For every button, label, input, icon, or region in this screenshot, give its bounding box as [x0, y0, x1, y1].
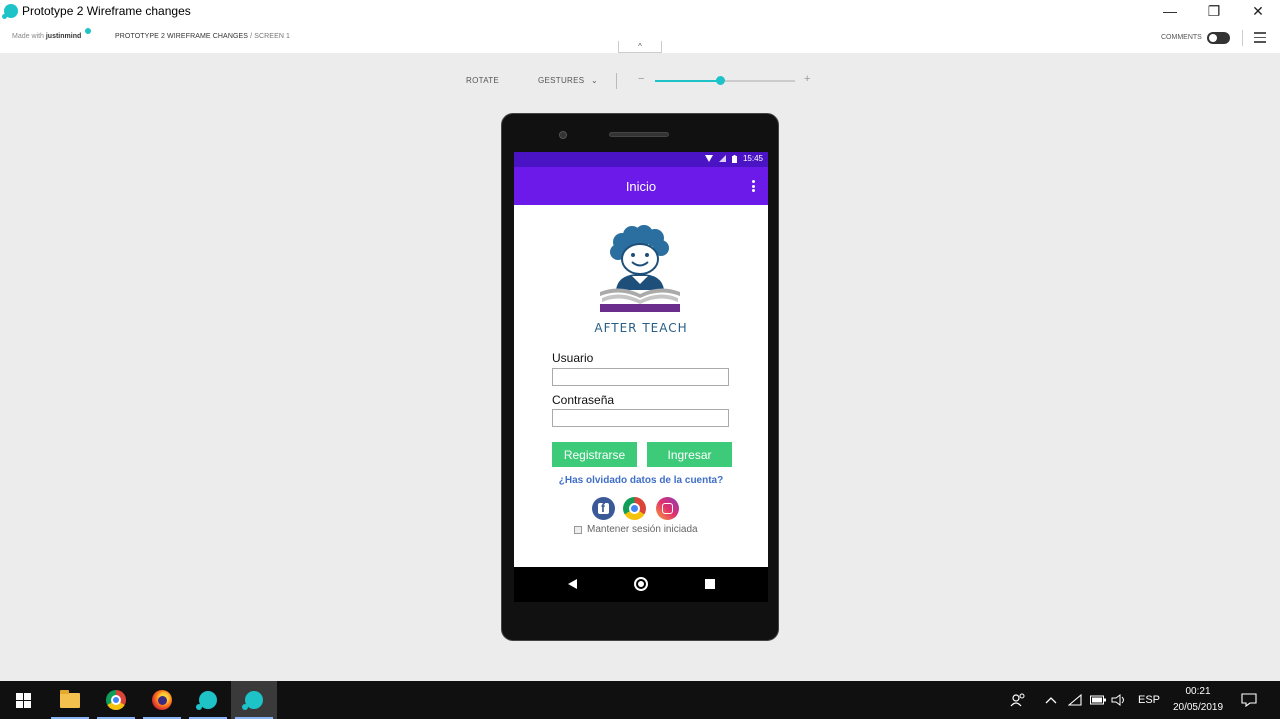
show-hidden-icons-icon[interactable] — [1045, 681, 1057, 719]
app-bar-title: Inicio — [625, 179, 657, 194]
taskbar-clock[interactable]: 00:21 20/05/2019 — [1170, 684, 1226, 716]
gestures-label: GESTURES — [538, 76, 585, 85]
taskbar-file-explorer[interactable] — [47, 681, 93, 719]
volume-icon[interactable] — [1111, 681, 1127, 719]
comments-toggle[interactable] — [1207, 32, 1230, 44]
firefox-icon — [152, 690, 172, 710]
logo-text: AFTER TEACH — [594, 321, 688, 335]
made-with-label[interactable]: Made with justinmind — [12, 33, 81, 40]
battery-icon[interactable] — [1090, 681, 1106, 719]
chrome-icon[interactable] — [623, 497, 646, 520]
more-vert-icon[interactable] — [752, 180, 755, 192]
clock-time: 00:21 — [1185, 686, 1211, 697]
justinmind-icon — [196, 691, 217, 710]
keep-session-label: Mantener sesión iniciada — [587, 524, 698, 535]
close-button[interactable]: ✕ — [1236, 0, 1280, 22]
forgot-account-link[interactable]: ¿Has olvidado datos de la cuenta? — [514, 475, 768, 486]
minimize-button[interactable]: — — [1148, 0, 1192, 22]
keep-session-checkbox[interactable] — [574, 526, 582, 534]
brand-dot-icon — [85, 28, 91, 34]
recent-apps-icon[interactable] — [705, 579, 715, 589]
taskbar-chrome[interactable] — [93, 681, 139, 719]
password-label: Contraseña — [552, 393, 615, 407]
justinmind-icon — [242, 691, 263, 710]
wifi-icon — [704, 155, 713, 162]
clock-date: 20/05/2019 — [1172, 702, 1224, 713]
taskbar-justinmind[interactable] — [185, 681, 231, 719]
phone-frame: 15:45 Inicio AFTER TEACH Usuario Contras… — [501, 113, 779, 641]
chrome-icon — [106, 690, 126, 710]
zoom-slider-handle[interactable] — [716, 76, 726, 85]
instagram-icon[interactable] — [656, 497, 679, 520]
people-icon[interactable] — [1010, 681, 1026, 719]
window-title: Prototype 2 Wireframe changes — [22, 4, 191, 18]
android-nav-bar — [514, 567, 768, 602]
breadcrumb: PROTOTYPE 2 WIREFRAME CHANGES / SCREEN 1 — [115, 33, 290, 40]
comments-label: COMMENTS — [1161, 34, 1202, 41]
status-time: 15:45 — [742, 154, 763, 163]
speaker-grille — [609, 132, 669, 137]
taskbar-firefox[interactable] — [139, 681, 185, 719]
android-status-bar: 15:45 — [514, 152, 768, 167]
home-icon[interactable] — [634, 577, 648, 591]
facebook-icon[interactable] — [592, 497, 615, 520]
justinmind-logo-icon — [2, 4, 18, 19]
rotate-button[interactable]: ROTATE — [466, 76, 499, 85]
hamburger-menu-icon[interactable] — [1254, 32, 1266, 43]
input-language[interactable]: ESP — [1138, 681, 1160, 719]
chevron-down-icon: ⌄ — [590, 76, 598, 85]
zoom-out-button[interactable]: − — [638, 73, 644, 85]
login-button[interactable]: Ingresar — [647, 442, 732, 467]
start-button[interactable] — [0, 681, 46, 719]
camera-icon — [559, 131, 567, 139]
taskbar-justinmind-active[interactable] — [231, 681, 277, 719]
signal-icon — [718, 155, 726, 162]
username-label: Usuario — [552, 351, 594, 365]
after-teach-logo — [600, 225, 680, 312]
breadcrumb-screen[interactable]: / SCREEN 1 — [250, 33, 290, 40]
register-button[interactable]: Registrarse — [552, 442, 637, 467]
made-with-brand: justinmind — [45, 33, 82, 40]
battery-icon — [731, 154, 737, 163]
breadcrumb-project[interactable]: PROTOTYPE 2 WIREFRAME CHANGES — [115, 33, 248, 40]
zoom-slider-fill — [655, 80, 721, 82]
windows-logo-icon — [15, 692, 31, 708]
username-input[interactable] — [552, 368, 729, 386]
windows-taskbar: ESP 00:21 20/05/2019 — [0, 681, 1280, 719]
device-screen: 15:45 Inicio AFTER TEACH Usuario Contras… — [514, 152, 768, 602]
network-icon[interactable] — [1068, 681, 1082, 719]
gestures-dropdown[interactable]: GESTURES ⌄ — [538, 76, 598, 85]
notifications-icon[interactable] — [1241, 681, 1257, 719]
folder-icon — [60, 689, 80, 708]
restore-button[interactable]: ❐ — [1192, 0, 1236, 22]
collapse-toolbar-button[interactable]: ^ — [618, 41, 662, 53]
back-icon[interactable] — [568, 579, 577, 589]
window-titlebar: Prototype 2 Wireframe changes — ❐ ✕ — [0, 0, 1280, 24]
zoom-in-button[interactable]: + — [804, 73, 810, 85]
made-with-prefix: Made with — [12, 33, 44, 40]
app-bar: Inicio — [514, 167, 768, 205]
toolbar-divider — [1242, 30, 1243, 46]
password-input[interactable] — [552, 409, 729, 427]
controls-divider — [616, 73, 617, 89]
